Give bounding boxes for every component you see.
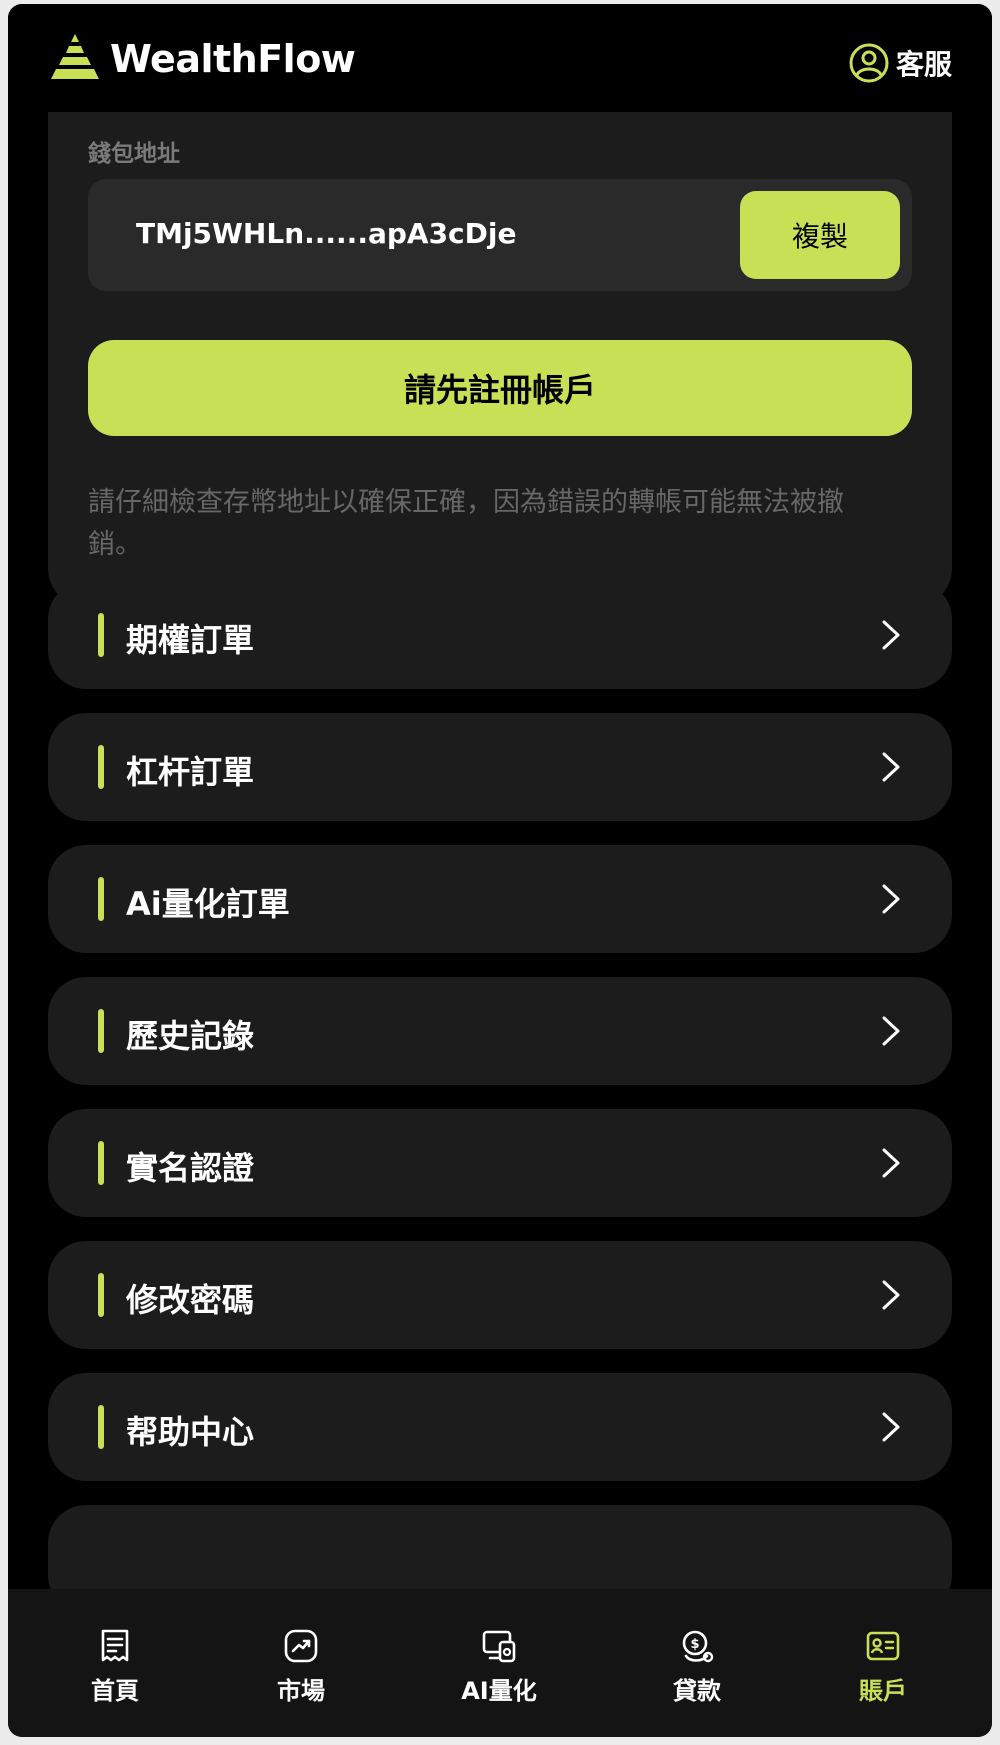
chevron-right-icon [882,1016,900,1046]
customer-service-button[interactable]: 客服 [848,42,952,84]
receipt-icon [101,1629,129,1662]
chevron-right-icon [882,620,900,650]
register-button[interactable]: 請先註冊帳戶 [88,340,912,436]
accent-bar [98,877,104,921]
chart-icon [284,1629,318,1663]
user-circle-icon [849,43,889,83]
menu-item-label: 帮助中心 [126,1413,255,1451]
chevron-right-icon [882,884,900,914]
wallet-warning-text: 請仔細檢查存幣地址以確保正確，因為錯誤的轉帳可能無法被撤銷。 [88,487,844,560]
header: WealthFlow 客服 [8,4,992,112]
menu-item-identity-verification[interactable]: 實名認證 [48,1109,952,1217]
logo-icon [51,34,99,79]
app-frame: WealthFlow 客服 錢包地址 TMj5WHLn......apA3cDj… [8,4,992,1737]
menu-item-leverage-orders[interactable]: 杠杆訂單 [48,713,952,821]
id-card-icon [866,1631,900,1661]
robot-icon [482,1630,516,1663]
chevron-right-icon [882,1412,900,1442]
chevron-right-icon [882,1148,900,1178]
menu-item-ai-orders[interactable]: Ai量化訂單 [48,845,952,953]
accent-bar [98,745,104,789]
nav-label: 貸款 [673,1677,721,1705]
nav-label: 首頁 [91,1677,139,1705]
accent-bar [98,1009,104,1053]
wallet-address-box: TMj5WHLn......apA3cDje 複製 [88,179,912,291]
chevron-right-icon [882,752,900,782]
accent-bar [98,1141,104,1185]
chevron-right-icon [882,1280,900,1310]
wallet-address: TMj5WHLn......apA3cDje [136,217,517,250]
wallet-card: 錢包地址 TMj5WHLn......apA3cDje 複製 請先註冊帳戶 請仔… [48,112,952,608]
menu-item-label: 歷史記錄 [126,1017,255,1055]
nav-label: AI量化 [461,1677,537,1705]
brand-name: WealthFlow [110,37,356,81]
nav-loan[interactable]: $ 貸款 [637,1627,757,1706]
nav-market[interactable]: 市場 [241,1627,361,1706]
wallet-address-label: 錢包地址 [88,141,180,167]
menu-item-label: 修改密碼 [126,1281,255,1319]
accent-bar [98,1273,104,1317]
menu-item-history[interactable]: 歷史記錄 [48,977,952,1085]
nav-ai-quant[interactable]: AI量化 [439,1627,559,1706]
coin-icon: $ [682,1630,714,1663]
bottom-nav: 首頁 市場 AI量化 $ 貸款 賬戶 [8,1589,992,1737]
nav-home[interactable]: 首頁 [55,1627,175,1706]
menu-item-label: 實名認證 [126,1149,255,1187]
logo[interactable]: WealthFlow [48,32,356,86]
menu-item-label: Ai量化訂單 [126,885,290,923]
accent-bar [98,1405,104,1449]
svg-text:$: $ [690,1637,699,1652]
nav-account[interactable]: 賬戶 [823,1627,943,1706]
menu-item-label: 杠杆訂單 [126,753,255,791]
accent-bar [98,613,104,657]
menu-item-label: 期權訂單 [126,621,255,659]
menu-item-options-orders[interactable]: 期權訂單 [48,581,952,689]
nav-label: 市場 [277,1677,325,1705]
service-label: 客服 [895,48,952,81]
nav-label: 賬戶 [859,1677,907,1705]
menu-item-help-center[interactable]: 帮助中心 [48,1373,952,1481]
copy-button[interactable]: 複製 [740,191,900,279]
menu-item-change-password[interactable]: 修改密碼 [48,1241,952,1349]
